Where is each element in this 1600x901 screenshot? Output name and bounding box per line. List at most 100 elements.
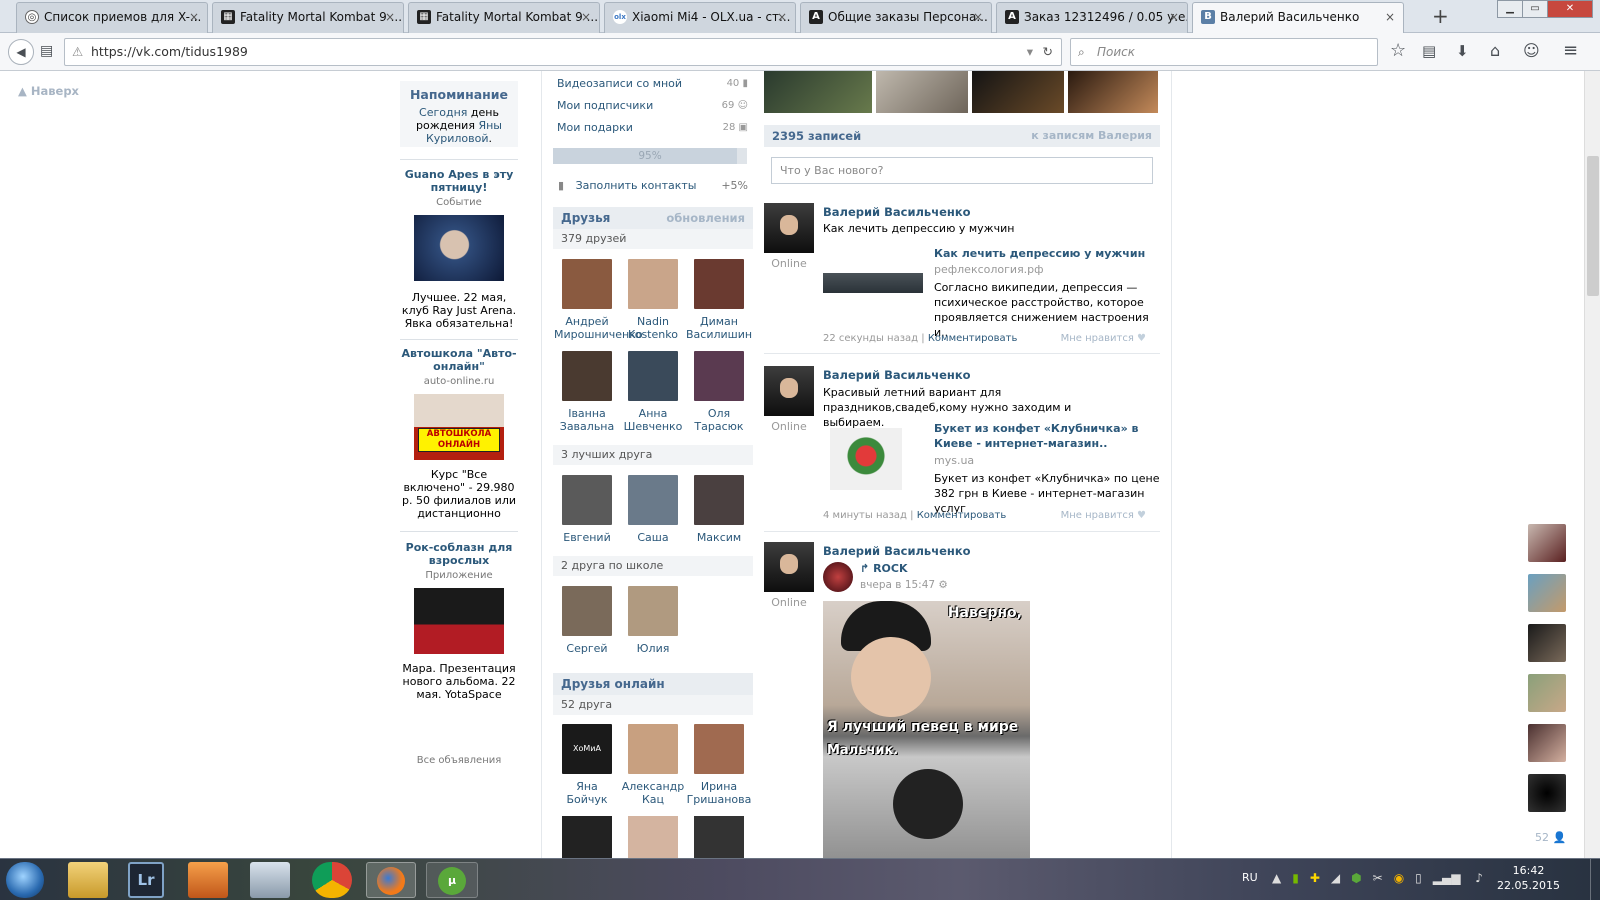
reader-icon[interactable]: ▤ xyxy=(40,39,53,63)
author-avatar[interactable] xyxy=(764,203,814,253)
meme-image[interactable]: Наверно, Я лучший певец в мире Мальчик. xyxy=(823,601,1030,858)
ad-guano-apes[interactable]: Guano Apes в эту пятницу! Событие Лучшее… xyxy=(400,168,518,330)
tab-4[interactable]: olx Xiaomi Mi4 - OLX.ua - ст... × xyxy=(604,2,796,33)
close-window-button[interactable]: ✕ xyxy=(1547,0,1593,18)
friend-avatar[interactable] xyxy=(562,586,612,636)
back-arrow-icon[interactable]: ◀ xyxy=(8,39,34,65)
tab-6[interactable]: A Заказ 12312496 / 0.05 у.е... × xyxy=(996,2,1188,33)
chat-icon[interactable]: ☺ xyxy=(1523,39,1540,63)
wall-header[interactable]: 2395 записей к записям Валерия xyxy=(764,125,1160,147)
explorer-icon[interactable] xyxy=(68,862,108,898)
friend-name[interactable]: Александр Кац xyxy=(622,780,685,806)
close-icon[interactable]: × xyxy=(581,3,591,31)
friend-card[interactable]: Александр Кац xyxy=(620,724,686,806)
friend-name[interactable]: Nadin Kostenko xyxy=(628,315,678,341)
scroll-thumb[interactable] xyxy=(1587,156,1599,296)
friend-avatar[interactable] xyxy=(628,475,678,525)
link-thumbnail[interactable] xyxy=(823,273,923,293)
friend-name[interactable]: Анна Шевченко xyxy=(624,407,683,433)
friend-avatar[interactable] xyxy=(562,475,612,525)
repost-group[interactable]: ↱ ROCK xyxy=(860,562,907,575)
tray-icons[interactable]: ▲▮✚◢⬢✂◉▯▂▄▆ ♪ xyxy=(1272,871,1494,885)
volume-icon[interactable]: ♪ xyxy=(1475,871,1494,885)
friend-name[interactable]: Оля Тарасюк xyxy=(694,407,743,433)
photo-thumb[interactable] xyxy=(972,71,1064,113)
chrome-icon[interactable] xyxy=(312,862,352,898)
friend-name[interactable]: Диман Василишин xyxy=(686,315,752,341)
battery-icon[interactable]: ▯ xyxy=(1415,871,1433,885)
ad-image[interactable] xyxy=(414,588,504,654)
friend-name[interactable]: Ирина Гришанова xyxy=(687,780,752,806)
online-friend-chip[interactable] xyxy=(1528,774,1566,812)
close-icon[interactable]: × xyxy=(973,3,983,31)
friend-avatar[interactable] xyxy=(694,351,744,401)
friend-avatar[interactable] xyxy=(694,475,744,525)
best-friends-header[interactable]: 3 лучших друга xyxy=(553,445,753,465)
reload-icon[interactable]: ↻ xyxy=(1043,39,1053,65)
repost-time[interactable]: вчера в 15:47 xyxy=(860,579,935,591)
show-desktop-button[interactable] xyxy=(1590,859,1600,901)
online-friend-chip[interactable] xyxy=(1528,724,1566,762)
language-indicator[interactable]: RU xyxy=(1242,871,1258,884)
signal-icon[interactable]: ▂▄▆ xyxy=(1433,871,1461,885)
page-scrollbar[interactable] xyxy=(1584,71,1600,858)
friend-card[interactable]: Саша xyxy=(620,475,686,544)
profile-link-gifts[interactable]: Мои подарки 28 ▣ xyxy=(547,120,752,136)
friend-card[interactable]: Сергей xyxy=(554,586,620,655)
photo-thumb[interactable] xyxy=(764,71,872,113)
friends-online-count[interactable]: 52 друга xyxy=(553,695,753,715)
friend-card[interactable]: Андрей Мирошниченко xyxy=(554,259,643,341)
ad-title[interactable]: Автошкола "Авто-онлайн" xyxy=(400,347,518,373)
tab-2[interactable]: ▦ Fatality Mortal Kombat 9 ... × xyxy=(212,2,404,33)
ad-autoschool[interactable]: Автошкола "Авто-онлайн" auto-online.ru А… xyxy=(400,347,518,520)
friend-card[interactable]: Анна Шевченко xyxy=(620,351,686,433)
friend-name[interactable]: Саша xyxy=(637,531,668,544)
all-ads-link[interactable]: Все объявления xyxy=(400,754,518,767)
school-friends-header[interactable]: 2 друга по школе xyxy=(553,556,753,576)
post-author[interactable]: Валерий Васильченко xyxy=(823,205,971,219)
link-title[interactable]: Букет из конфет «Клубничка» в Киеве - ин… xyxy=(934,421,1160,451)
tray-chrome-icon[interactable]: ◉ xyxy=(1394,871,1415,885)
comment-link[interactable]: Комментировать xyxy=(928,333,1018,344)
friend-card[interactable]: ХоМиА Яна Бойчук xyxy=(554,724,620,806)
friend-avatar[interactable] xyxy=(562,259,612,309)
post-time[interactable]: 22 секунды назад xyxy=(823,333,918,344)
utorrent-taskbar-button[interactable]: µ xyxy=(426,862,478,898)
start-button[interactable] xyxy=(6,862,44,898)
friend-card[interactable]: Оля Тарасюк xyxy=(686,351,752,433)
friend-card[interactable]: Юлия xyxy=(620,586,686,655)
link-thumbnail[interactable] xyxy=(830,428,902,490)
comment-link[interactable]: Комментировать xyxy=(917,510,1007,521)
tab-3[interactable]: ▦ Fatality Mortal Kombat 9 ... × xyxy=(408,2,600,33)
photo-thumb[interactable] xyxy=(1068,71,1158,113)
tray-network-icon[interactable]: ◢ xyxy=(1331,871,1351,885)
new-tab-button[interactable]: + xyxy=(1432,4,1449,28)
tray-snip-icon[interactable]: ✂ xyxy=(1373,871,1394,885)
post-author[interactable]: Валерий Васильченко xyxy=(823,368,971,382)
friend-name[interactable]: Яна Бойчук xyxy=(566,780,607,806)
friend-avatar[interactable] xyxy=(694,724,744,774)
tray-flag-icon[interactable]: ▲ xyxy=(1272,871,1292,885)
author-avatar[interactable] xyxy=(764,366,814,416)
tab-1[interactable]: ◎ Список приемов для X-... × xyxy=(16,2,208,33)
close-icon[interactable]: × xyxy=(1385,3,1395,31)
tab-7-active[interactable]: В Валерий Васильченко × xyxy=(1192,2,1404,34)
online-friend-chip[interactable] xyxy=(1528,624,1566,662)
close-icon[interactable]: × xyxy=(189,3,199,31)
nvidia-icon[interactable]: ▮ xyxy=(1292,871,1310,885)
tray-utorrent-icon[interactable]: ⬢ xyxy=(1351,871,1372,885)
close-icon[interactable]: × xyxy=(777,3,787,31)
friend-avatar[interactable] xyxy=(562,351,612,401)
online-count[interactable]: 52 👤 xyxy=(1535,831,1566,844)
friend-card[interactable]: Іванна Завальна xyxy=(554,351,620,433)
friend-avatar[interactable] xyxy=(628,351,678,401)
reminder-today-link[interactable]: Сегодня xyxy=(419,106,467,119)
ad-title[interactable]: Guano Apes в эту пятницу! xyxy=(400,168,518,194)
dropdown-icon[interactable]: ▾ xyxy=(1027,39,1033,65)
bookmark-star-icon[interactable]: ☆ xyxy=(1390,39,1406,63)
fill-contacts-link[interactable]: ▮ Заполнить контакты +5% xyxy=(558,178,748,194)
online-friend-chip[interactable] xyxy=(1528,524,1566,562)
search-input[interactable]: ⌕ Поиск xyxy=(1070,38,1378,66)
profile-link-subscribers[interactable]: Мои подписчики 69 ☺ xyxy=(547,98,752,114)
photo-thumb[interactable] xyxy=(876,71,968,113)
